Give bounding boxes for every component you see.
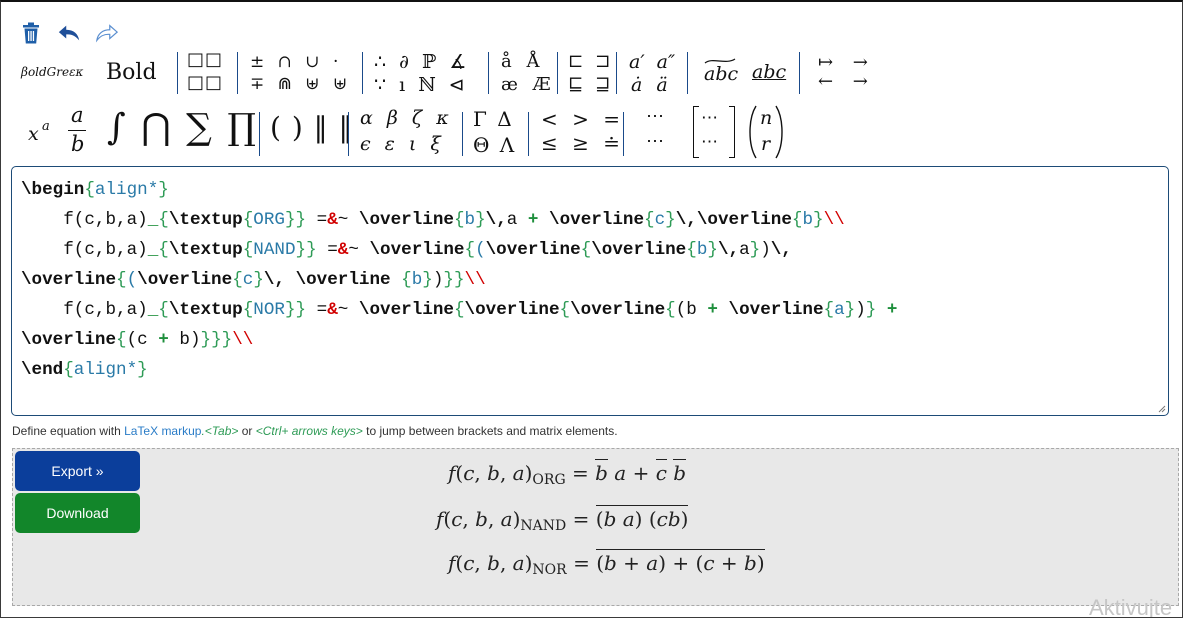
latex-markup-link[interactable]: LaTeX markup: [124, 424, 201, 438]
latex-source[interactable]: \begin{align*} f(c,b,a)_{\textup{ORG}} =…: [12, 167, 1168, 415]
trash-icon[interactable]: [19, 20, 43, 46]
eq-org-rhs: = b a + c b: [571, 459, 687, 485]
brackets-button[interactable]: ( ) ‖ ‖: [270, 114, 353, 142]
logic-symbols-top[interactable]: ∴ ∂ ℙ ∡: [374, 53, 466, 72]
arrows-top[interactable]: ↦ →: [818, 54, 868, 72]
relations-top[interactable]: < > =: [541, 109, 620, 129]
matrix-button[interactable]: ⋯ ⋯: [693, 106, 735, 158]
hint-tab-key: .<Tab>: [201, 424, 239, 438]
equation-preview: Export » Download f(c, b, a)ORG = b a + …: [12, 448, 1179, 606]
power-base: x: [28, 123, 39, 145]
square-subset-bottom[interactable]: ⊑ ⊒: [568, 76, 610, 94]
download-button[interactable]: Download: [15, 493, 140, 533]
activation-watermark: Aktivujte: [1089, 595, 1173, 618]
dots-top[interactable]: ⋯: [646, 108, 664, 126]
logic-symbols-bottom[interactable]: ∵ ı ℕ ⊲: [374, 76, 465, 95]
redo-icon[interactable]: [95, 20, 119, 46]
box-symbols-bottom[interactable]: □□: [187, 74, 223, 92]
power-exponent: a: [42, 119, 50, 134]
undo-icon[interactable]: [57, 20, 81, 46]
fraction-numerator: a: [71, 103, 84, 127]
square-subset-top[interactable]: ⊏ ⊐: [568, 53, 610, 71]
equation-nand: f(c, b, a)NAND = (b a) (cb): [436, 505, 689, 534]
fraction-button[interactable]: a b: [68, 105, 88, 157]
arrows-bottom[interactable]: ← →: [818, 73, 868, 91]
matrix-row-2: ⋯: [701, 132, 718, 152]
equation-editor-app: βoldGreεκ Bold □□ □□ ± ∩ ∪ · ∓ ⋒ ⊎ ⊎ ∴ ∂…: [0, 0, 1183, 618]
relations-bottom[interactable]: ≤ ≥ ≐: [541, 133, 620, 153]
binomial-bottom: r: [761, 133, 771, 155]
ring-letters-bottom[interactable]: æ Æ: [501, 76, 551, 94]
greek-upper-top[interactable]: Γ Δ: [473, 109, 512, 129]
editor-hint: Define equation with LaTeX markup.<Tab> …: [12, 424, 618, 438]
bold-greek-style-button[interactable]: βoldGreεκ: [21, 66, 83, 78]
matrix-row-1: ⋯: [701, 108, 718, 128]
ring-letters-top[interactable]: å Å: [501, 53, 539, 71]
eq-nand-lhs: f(c, b, a)NAND: [436, 507, 567, 534]
fraction-denominator: b: [71, 132, 85, 156]
greek-lower-top[interactable]: α β ζ κ: [360, 109, 449, 128]
operators-bottom[interactable]: ∓ ⋒ ⊎ ⊎: [250, 76, 347, 93]
eq-nor-lhs: f(c, b, a)NOR: [448, 551, 567, 578]
hint-or: or: [238, 424, 256, 438]
top-actions: [19, 18, 119, 48]
resize-grip-icon[interactable]: [1156, 403, 1166, 413]
eq-nand-rhs: = (b a) (cb): [572, 505, 689, 531]
big-operators[interactable]: ∫ ⋂ ∑ ∏: [107, 110, 256, 146]
export-button[interactable]: Export »: [15, 451, 140, 491]
latex-editor[interactable]: \begin{align*} f(c,b,a)_{\textup{ORG}} =…: [11, 166, 1169, 416]
binomial-top: n: [760, 107, 773, 129]
dots-bottom[interactable]: ⋯: [646, 133, 664, 151]
eq-org-lhs: f(c, b, a)ORG: [448, 461, 566, 488]
hint-suffix: to jump between brackets and matrix elem…: [362, 424, 618, 438]
greek-lower-bottom[interactable]: ϵ ε ι ξ: [360, 135, 441, 154]
equation-nor: f(c, b, a)NOR = (b + a) + (c + b): [448, 549, 765, 578]
hint-arrow-keys: <Ctrl+ arrows keys>: [255, 424, 363, 438]
greek-upper-bottom[interactable]: Θ Λ: [473, 135, 514, 155]
eq-nor-rhs: = (b + a) + (c + b): [573, 549, 765, 575]
hint-prefix: Define equation with: [12, 424, 125, 438]
prime-accents-bottom[interactable]: ȧ ä: [631, 76, 668, 95]
binomial-button[interactable]: n r: [747, 104, 785, 160]
box-symbols-top[interactable]: □□: [187, 51, 223, 69]
bold-style-button[interactable]: Bold: [106, 62, 157, 84]
underline-button[interactable]: abc: [752, 63, 786, 82]
widetilde-label: abc: [704, 63, 739, 85]
equation-org: f(c, b, a)ORG = b a + c b: [448, 459, 687, 488]
prime-accents-top[interactable]: a′ a″: [629, 53, 675, 72]
operators-top[interactable]: ± ∩ ∪ ·: [250, 54, 338, 71]
